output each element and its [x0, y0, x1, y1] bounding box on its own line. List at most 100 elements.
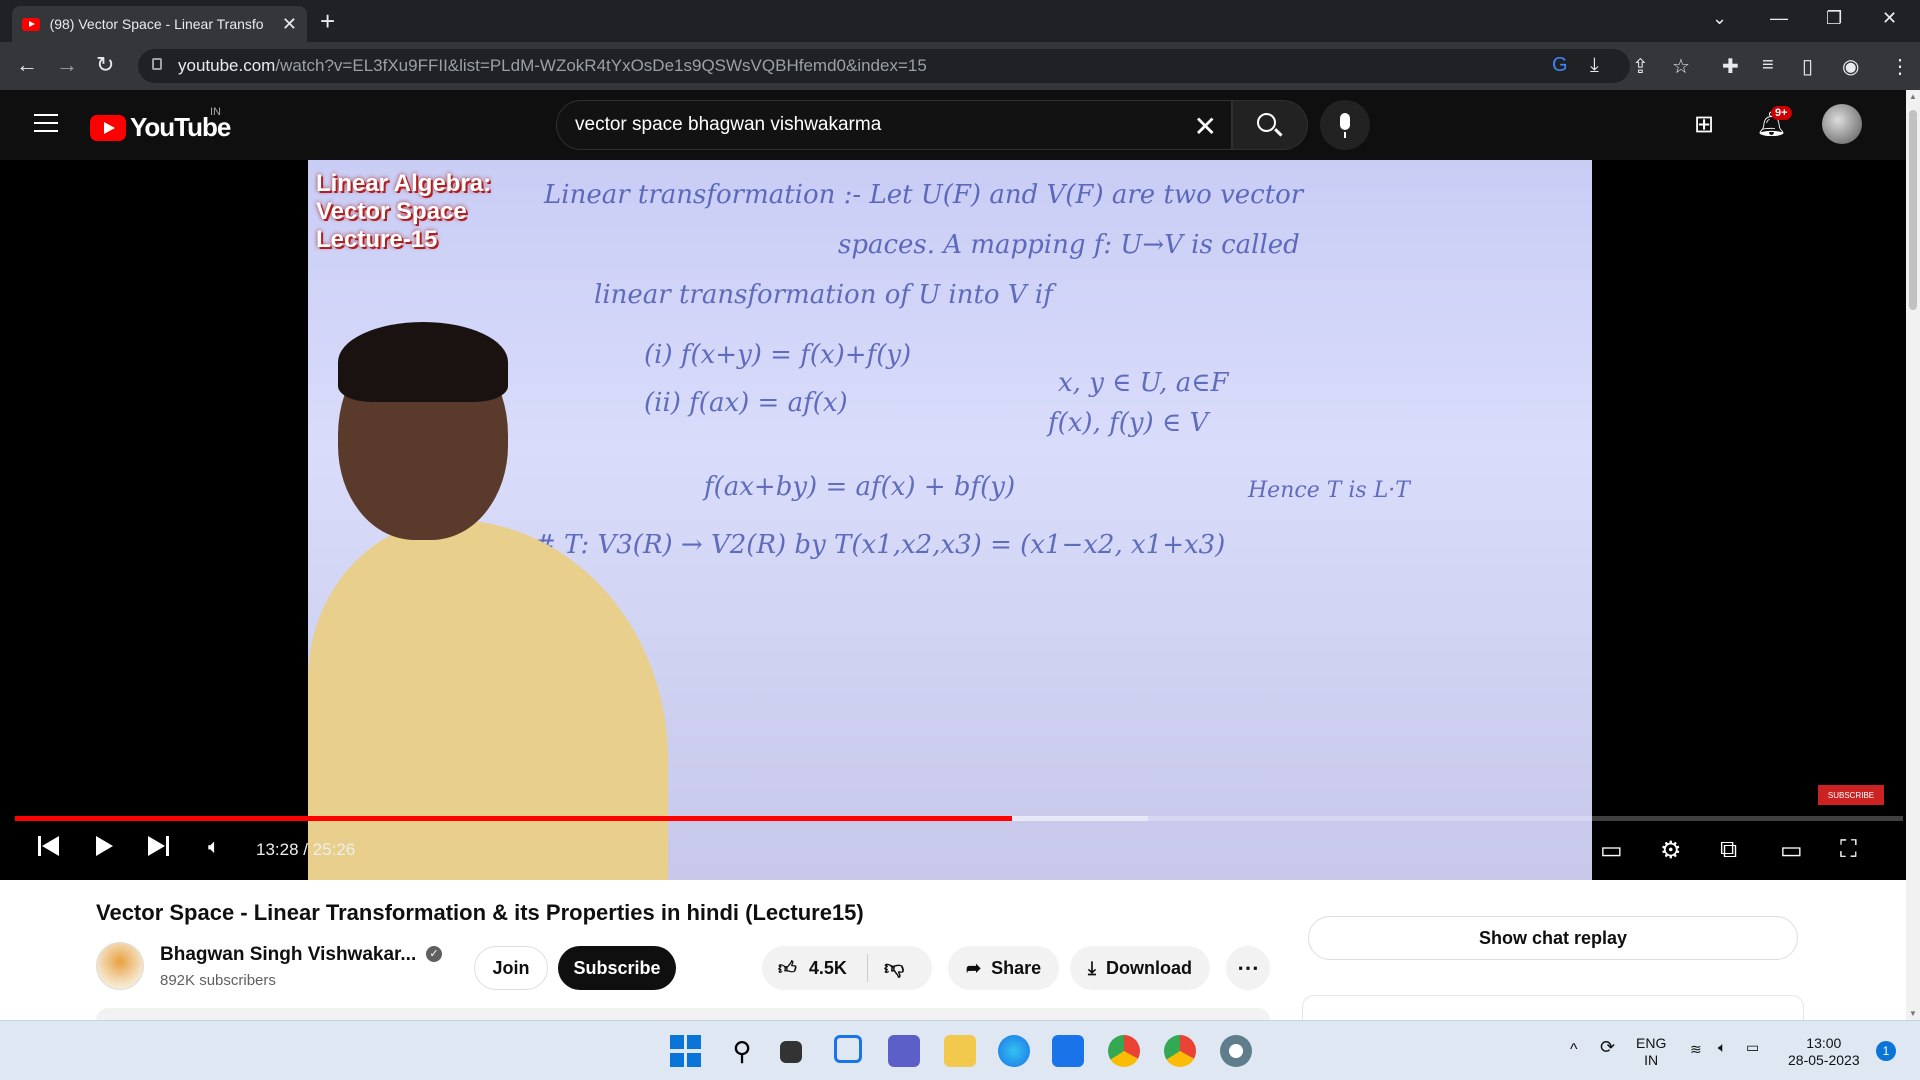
- forward-button[interactable]: →: [56, 52, 78, 78]
- chrome-profile-icon[interactable]: [1164, 1035, 1196, 1067]
- progress-played: [15, 816, 1012, 821]
- search-icon[interactable]: ⚲: [726, 1035, 758, 1067]
- youtube-logo[interactable]: YouTube IN: [90, 106, 231, 143]
- video-overlay-title: Linear Algebra: Vector Space Lecture-15: [316, 170, 492, 253]
- like-button[interactable]: 👍︎ 4.5K: [762, 954, 868, 982]
- page-scrollbar[interactable]: ▲ ▼: [1906, 90, 1920, 1020]
- url-text: youtube.com/watch?v=EL3fXu9FFII&list=PLd…: [178, 56, 927, 75]
- microsoft-store-icon[interactable]: [1052, 1035, 1084, 1067]
- menu-hamburger-icon[interactable]: [34, 114, 58, 138]
- dislike-button[interactable]: 👎︎: [868, 956, 904, 980]
- restore-button[interactable]: ❐: [1826, 8, 1842, 29]
- edge-browser-icon[interactable]: [998, 1035, 1030, 1067]
- download-button[interactable]: ⤓ Download: [1070, 946, 1210, 990]
- next-video-button[interactable]: [148, 836, 170, 856]
- reload-button[interactable]: ↻: [96, 52, 114, 78]
- browser-tab-bar: (98) Vector Space - Linear Transfo ✕ + ⌄…: [0, 0, 1920, 42]
- chevron-up-icon[interactable]: ^: [1570, 1041, 1578, 1058]
- video-frame[interactable]: Linear Algebra: Vector Space Lecture-15 …: [308, 160, 1592, 880]
- back-button[interactable]: ←: [16, 52, 38, 78]
- scrollbar-thumb[interactable]: [1909, 110, 1917, 310]
- sync-icon[interactable]: ⟳: [1600, 1038, 1615, 1056]
- wifi-icon[interactable]: ≋: [1690, 1041, 1702, 1058]
- youtube-header: YouTube IN vector space bhagwan vishwaka…: [0, 90, 1920, 160]
- share-page-icon[interactable]: ⇪: [1632, 54, 1649, 79]
- subscribe-button[interactable]: Subscribe: [558, 946, 676, 990]
- minimize-button[interactable]: —: [1770, 8, 1788, 29]
- language-indicator[interactable]: ENG IN: [1636, 1035, 1666, 1069]
- youtube-favicon-icon: [22, 17, 40, 31]
- clear-search-icon[interactable]: ✕: [1194, 110, 1217, 143]
- subtitles-icon[interactable]: ▭: [1600, 836, 1623, 865]
- progress-bar[interactable]: [15, 816, 1903, 821]
- join-button[interactable]: Join: [474, 946, 548, 990]
- browser-tab[interactable]: (98) Vector Space - Linear Transfo ✕: [12, 6, 307, 42]
- channel-name[interactable]: Bhagwan Singh Vishwakar...: [160, 944, 416, 966]
- create-video-icon[interactable]: ⊞: [1694, 110, 1714, 139]
- channel-avatar[interactable]: [96, 942, 144, 990]
- account-avatar[interactable]: [1822, 104, 1862, 144]
- chrome-icon[interactable]: [1108, 1035, 1140, 1067]
- battery-icon[interactable]: ▭: [1746, 1039, 1759, 1056]
- board-text: x, y ∈ U, a∈F: [1058, 368, 1229, 398]
- scroll-up-arrow-icon[interactable]: ▲: [1909, 92, 1917, 101]
- google-lens-icon[interactable]: G: [1552, 54, 1568, 77]
- speaker-icon[interactable]: 🔈︎: [1718, 1039, 1726, 1056]
- board-text: linear transformation of U into V if: [594, 280, 1053, 310]
- search-input[interactable]: vector space bhagwan vishwakarma ✕: [556, 100, 1232, 150]
- tab-search-icon[interactable]: ⌄: [1712, 8, 1727, 29]
- media-control-icon[interactable]: ≡: [1762, 54, 1774, 77]
- teams-chat-icon[interactable]: [888, 1035, 920, 1067]
- extensions-icon[interactable]: ✚: [1722, 54, 1739, 79]
- search-query-text: vector space bhagwan vishwakarma: [575, 114, 882, 135]
- task-view-icon[interactable]: [780, 1041, 802, 1063]
- file-explorer-icon[interactable]: [944, 1035, 976, 1067]
- fullscreen-icon[interactable]: ⛶: [1840, 836, 1857, 864]
- video-title: Vector Space - Linear Transformation & i…: [96, 900, 864, 925]
- board-text: Linear transformation :- Let U(F) and V(…: [544, 180, 1304, 210]
- board-text: Hence T is L·T: [1248, 478, 1410, 503]
- sidebar-card: [1302, 995, 1804, 1020]
- side-panel-icon[interactable]: ▯: [1802, 54, 1813, 79]
- install-icon[interactable]: ⤓: [1590, 54, 1599, 77]
- share-button[interactable]: ➦ Share: [948, 946, 1060, 990]
- subscribe-watermark[interactable]: SUBSCRIBE: [1818, 785, 1884, 805]
- scroll-down-arrow-icon[interactable]: ▼: [1909, 1009, 1917, 1018]
- like-dislike-group: 👍︎ 4.5K 👎︎: [762, 946, 932, 990]
- windows-start-icon[interactable]: [670, 1035, 702, 1067]
- close-tab-icon[interactable]: ✕: [282, 14, 297, 35]
- description-box[interactable]: [96, 1008, 1270, 1020]
- theater-mode-icon[interactable]: ▭: [1780, 836, 1803, 865]
- bookmark-star-icon[interactable]: ☆: [1672, 54, 1690, 79]
- profile-avatar-icon[interactable]: ◉: [1842, 54, 1859, 79]
- browser-toolbar: ← → ↻ youtube.com/watch?v=EL3fXu9FFII&li…: [0, 42, 1920, 90]
- clock[interactable]: 13:00 28-05-2023: [1788, 1035, 1860, 1069]
- lock-icon: [152, 58, 162, 70]
- more-actions-button[interactable]: ⋯: [1226, 946, 1270, 990]
- previous-video-button[interactable]: [38, 836, 60, 856]
- play-button[interactable]: [96, 836, 113, 856]
- verified-check-icon: ✓: [426, 946, 442, 962]
- chrome-menu-icon[interactable]: ⋮: [1890, 54, 1910, 79]
- address-bar[interactable]: youtube.com/watch?v=EL3fXu9FFII&list=PLd…: [138, 49, 1630, 83]
- notification-badge: 9+: [1771, 106, 1792, 120]
- video-details: Vector Space - Linear Transformation & i…: [0, 880, 1906, 1020]
- time-display: 13:28 / 25:26: [256, 840, 356, 859]
- close-window-button[interactable]: ✕: [1882, 8, 1897, 29]
- settings-gear-icon[interactable]: ⚙: [1660, 836, 1682, 865]
- volume-icon[interactable]: 🔈︎: [208, 836, 220, 859]
- search-button[interactable]: [1232, 100, 1308, 150]
- download-icon: ⤓: [1088, 957, 1096, 978]
- video-player[interactable]: Linear Algebra: Vector Space Lecture-15 …: [0, 160, 1920, 880]
- miniplayer-icon[interactable]: ⧉: [1720, 836, 1737, 864]
- search-icon: [1257, 113, 1276, 132]
- voice-search-button[interactable]: [1320, 100, 1370, 150]
- board-text: f(ax+by) = af(x) + bf(y): [704, 472, 1016, 502]
- widgets-icon[interactable]: [834, 1035, 862, 1063]
- settings-gear-icon[interactable]: [1220, 1035, 1252, 1067]
- board-text: f(x), f(y) ∈ V: [1048, 408, 1209, 438]
- show-chat-replay-button[interactable]: Show chat replay: [1308, 916, 1798, 960]
- notification-center-badge[interactable]: 1: [1876, 1041, 1896, 1061]
- new-tab-button[interactable]: +: [320, 6, 335, 37]
- country-code: IN: [210, 106, 221, 118]
